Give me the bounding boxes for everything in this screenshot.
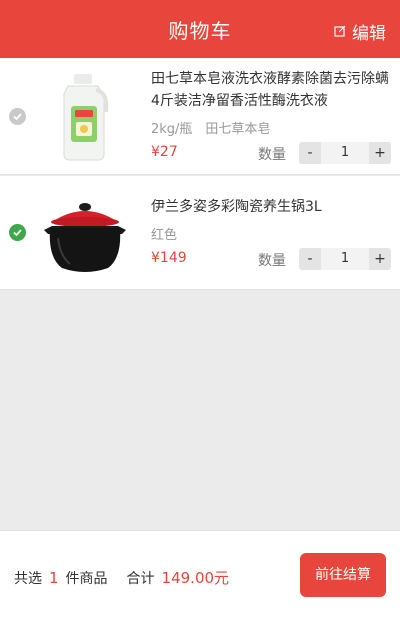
quantity-label: 数量 bbox=[258, 147, 286, 163]
cart-icon[interactable] bbox=[240, 623, 262, 631]
edit-label: 编辑 bbox=[352, 23, 386, 44]
total-label: 合计 bbox=[126, 571, 155, 587]
checkout-button[interactable]: 前往结算 bbox=[300, 553, 386, 597]
quantity-value[interactable]: 1 bbox=[321, 142, 369, 164]
product-price: ¥149 bbox=[151, 250, 187, 266]
selected-count: 1 bbox=[49, 569, 59, 587]
selected-suffix: 件商品 bbox=[65, 571, 108, 587]
check-icon bbox=[13, 229, 22, 237]
quantity-stepper: - 1 + bbox=[299, 142, 391, 164]
detergent-bottle-image bbox=[63, 74, 109, 161]
check-icon bbox=[13, 113, 22, 121]
increment-button[interactable]: + bbox=[369, 248, 391, 270]
category-icon[interactable] bbox=[140, 624, 160, 631]
decrement-button[interactable]: - bbox=[299, 248, 321, 270]
product-spec: 红色 bbox=[151, 228, 178, 243]
profile-icon[interactable] bbox=[342, 624, 360, 631]
total-value: 149.00元 bbox=[161, 569, 230, 587]
quantity-value[interactable]: 1 bbox=[321, 248, 369, 270]
product-spec: 2kg/瓶 田七草本皂 bbox=[151, 122, 271, 137]
item-checkbox[interactable] bbox=[9, 108, 26, 125]
quantity-label: 数量 bbox=[258, 253, 286, 269]
product-name[interactable]: 伊兰多姿多彩陶瓷养生锅3L bbox=[151, 196, 391, 218]
cart-item: 伊兰多姿多彩陶瓷养生锅3L 红色 ¥149 数量 - 1 + bbox=[0, 176, 400, 290]
cart-item: 田七草本皂液洗衣液酵素除菌去污除螨4斤装洁净留香活性酶洗衣液 2kg/瓶 田七草… bbox=[0, 58, 400, 175]
product-image[interactable] bbox=[38, 194, 134, 274]
bottom-tab-bar bbox=[0, 620, 400, 631]
quantity-stepper: - 1 + bbox=[299, 248, 391, 270]
product-name[interactable]: 田七草本皂液洗衣液酵素除菌去污除螨4斤装洁净留香活性酶洗衣液 bbox=[151, 68, 391, 112]
edit-icon bbox=[334, 25, 346, 37]
selected-prefix: 共选 bbox=[14, 571, 42, 587]
app-header: 购物车 编辑 bbox=[0, 0, 400, 58]
home-icon[interactable] bbox=[40, 624, 58, 631]
cart-summary: 共选 1 件商品 合计 149.00元 bbox=[14, 567, 229, 588]
product-price: ¥27 bbox=[151, 144, 178, 160]
item-checkbox[interactable] bbox=[9, 224, 26, 241]
edit-button[interactable]: 编辑 bbox=[334, 0, 386, 58]
ceramic-pot-image bbox=[44, 203, 126, 272]
decrement-button[interactable]: - bbox=[299, 142, 321, 164]
cart-footer: 共选 1 件商品 合计 149.00元 前往结算 bbox=[0, 530, 400, 620]
increment-button[interactable]: + bbox=[369, 142, 391, 164]
product-image[interactable] bbox=[38, 68, 134, 164]
